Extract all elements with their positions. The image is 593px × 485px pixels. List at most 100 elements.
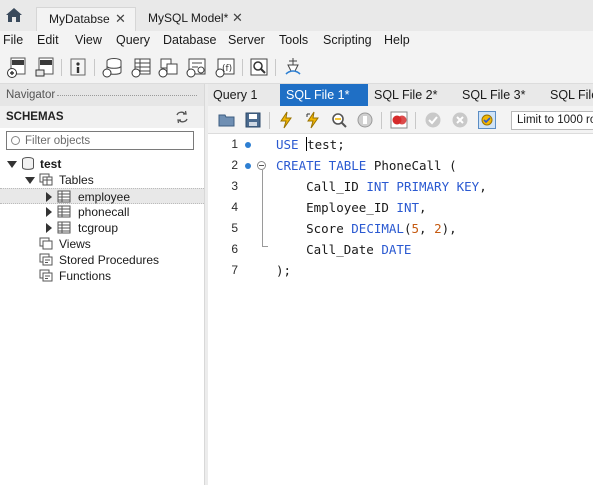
search-table-data-icon[interactable]	[248, 56, 270, 78]
line-number: 3	[231, 179, 238, 193]
collapse-icon[interactable]	[25, 177, 35, 184]
auto-commit-icon[interactable]	[478, 111, 496, 129]
home-icon[interactable]	[5, 7, 23, 23]
doc-tab-label: MyDatabse	[49, 12, 110, 26]
stop-icon[interactable]	[356, 111, 374, 129]
tree-table-phonecall[interactable]: phonecall	[0, 204, 204, 220]
filter-objects-input[interactable]	[25, 132, 191, 149]
sql-editor[interactable]: 1 USE test; 2 CREATE TABLE PhoneCall ( 3…	[208, 134, 593, 485]
line-number: 5	[231, 221, 238, 235]
code-text: );	[276, 263, 292, 278]
limit-rows-select[interactable]: Limit to 1000 rows	[511, 111, 593, 130]
save-icon[interactable]	[244, 111, 262, 129]
doc-tab-mysql-model[interactable]: MySQL Model* ✕	[140, 7, 252, 31]
query-tabs: Query 1 SQL File 1* SQL File 2* SQL File…	[208, 84, 593, 106]
expand-icon[interactable]	[46, 192, 52, 202]
tree-views-folder[interactable]: Views	[0, 236, 204, 252]
commit-icon[interactable]	[424, 111, 442, 129]
database-icon	[22, 157, 34, 170]
tree-schema-test[interactable]: test	[0, 156, 204, 172]
code-text: Score DECIMAL(5, 2),	[276, 221, 457, 236]
menu-bar: File Edit View Query Database Server Too…	[0, 31, 593, 51]
toolbar-separator	[415, 112, 416, 129]
menu-file[interactable]: File	[3, 33, 23, 47]
procedures-label: Stored Procedures	[59, 253, 160, 267]
schema-name: test	[40, 157, 62, 171]
open-folder-icon[interactable]	[218, 111, 236, 129]
tab-sql-file-1[interactable]: SQL File 1*	[280, 84, 368, 106]
explain-icon[interactable]	[330, 111, 348, 129]
toggle-error-icon[interactable]	[390, 111, 408, 129]
tab-label: SQL File 3*	[462, 88, 526, 102]
menu-help[interactable]: Help	[384, 33, 410, 47]
schemas-bar: SCHEMAS	[0, 106, 204, 128]
line-number: 2	[231, 158, 238, 172]
tab-label: Query 1	[213, 88, 258, 102]
table-icon	[57, 205, 71, 218]
functions-folder-icon	[39, 269, 53, 282]
collapse-icon[interactable]	[7, 161, 17, 168]
menu-view[interactable]: View	[75, 33, 102, 47]
line-number: 4	[231, 200, 238, 214]
create-table-icon[interactable]	[131, 56, 153, 78]
create-function-icon[interactable]: (f)	[215, 56, 237, 78]
table-name: employee	[78, 190, 131, 204]
tab-label: SQL File 1*	[286, 88, 350, 102]
menu-query[interactable]: Query	[116, 33, 150, 47]
table-icon	[57, 190, 71, 203]
expand-icon[interactable]	[46, 207, 52, 217]
line-number: 1	[231, 137, 238, 151]
tree-table-tcgroup[interactable]: tcgroup	[0, 220, 204, 236]
table-name: tcgroup	[78, 221, 119, 235]
execute-current-icon[interactable]	[304, 111, 322, 129]
tab-sql-file-2[interactable]: SQL File 2*	[368, 84, 454, 106]
refresh-icon[interactable]	[175, 110, 189, 124]
statement-marker	[245, 142, 251, 148]
tree-table-employee[interactable]: employee	[0, 188, 204, 204]
open-sql-script-icon[interactable]	[34, 56, 56, 78]
doc-tab-mydatabse[interactable]: MyDatabse ✕	[36, 7, 136, 31]
info-icon[interactable]	[67, 56, 89, 78]
tree-functions-folder[interactable]: Functions	[0, 268, 204, 284]
tab-sql-file-3[interactable]: SQL File 3*	[454, 84, 542, 106]
procedures-folder-icon	[39, 253, 53, 266]
menu-edit[interactable]: Edit	[37, 33, 59, 47]
table-name: phonecall	[78, 205, 130, 219]
close-icon[interactable]: ✕	[232, 10, 243, 26]
toolbar-separator	[61, 59, 62, 76]
title-bar: MyDatabse ✕ MySQL Model* ✕	[0, 0, 593, 31]
toolbar-separator	[94, 59, 95, 76]
execute-icon[interactable]	[277, 111, 295, 129]
navigator-title: Navigator	[6, 89, 56, 101]
code-text: Call_ID INT PRIMARY KEY,	[276, 179, 487, 194]
tab-sql-file-4[interactable]: SQL File	[542, 84, 593, 106]
create-schema-icon[interactable]	[102, 56, 124, 78]
create-procedure-icon[interactable]	[186, 56, 208, 78]
fold-toggle-icon[interactable]	[257, 161, 266, 170]
toolbar-separator	[275, 59, 276, 76]
functions-label: Functions	[59, 269, 112, 283]
views-folder-icon	[39, 237, 53, 250]
views-label: Views	[59, 237, 91, 251]
menu-database[interactable]: Database	[163, 33, 217, 47]
navigator-header: Navigator	[0, 84, 204, 106]
tab-label: SQL File 2*	[374, 88, 438, 102]
menu-server[interactable]: Server	[228, 33, 265, 47]
close-icon[interactable]: ✕	[115, 11, 126, 27]
tab-query-1[interactable]: Query 1	[208, 84, 280, 106]
tree-procedures-folder[interactable]: Stored Procedures	[0, 252, 204, 268]
code-line: 3 Call_ID INT PRIMARY KEY,	[208, 176, 593, 196]
new-sql-tab-icon[interactable]	[6, 56, 28, 78]
expand-icon[interactable]	[46, 223, 52, 233]
table-icon	[57, 221, 71, 234]
main-toolbar: (f)	[0, 51, 593, 84]
create-view-icon[interactable]	[158, 56, 180, 78]
line-number: 7	[231, 263, 238, 277]
schema-tree: test Tables employee phonecall tcgroup V…	[0, 150, 204, 485]
menu-scripting[interactable]: Scripting	[323, 33, 372, 47]
rollback-icon[interactable]	[451, 111, 469, 129]
editor-toolbar: Limit to 1000 rows	[208, 106, 593, 134]
menu-tools[interactable]: Tools	[279, 33, 308, 47]
tree-tables-folder[interactable]: Tables	[0, 172, 204, 188]
reconnect-icon[interactable]	[282, 56, 304, 78]
